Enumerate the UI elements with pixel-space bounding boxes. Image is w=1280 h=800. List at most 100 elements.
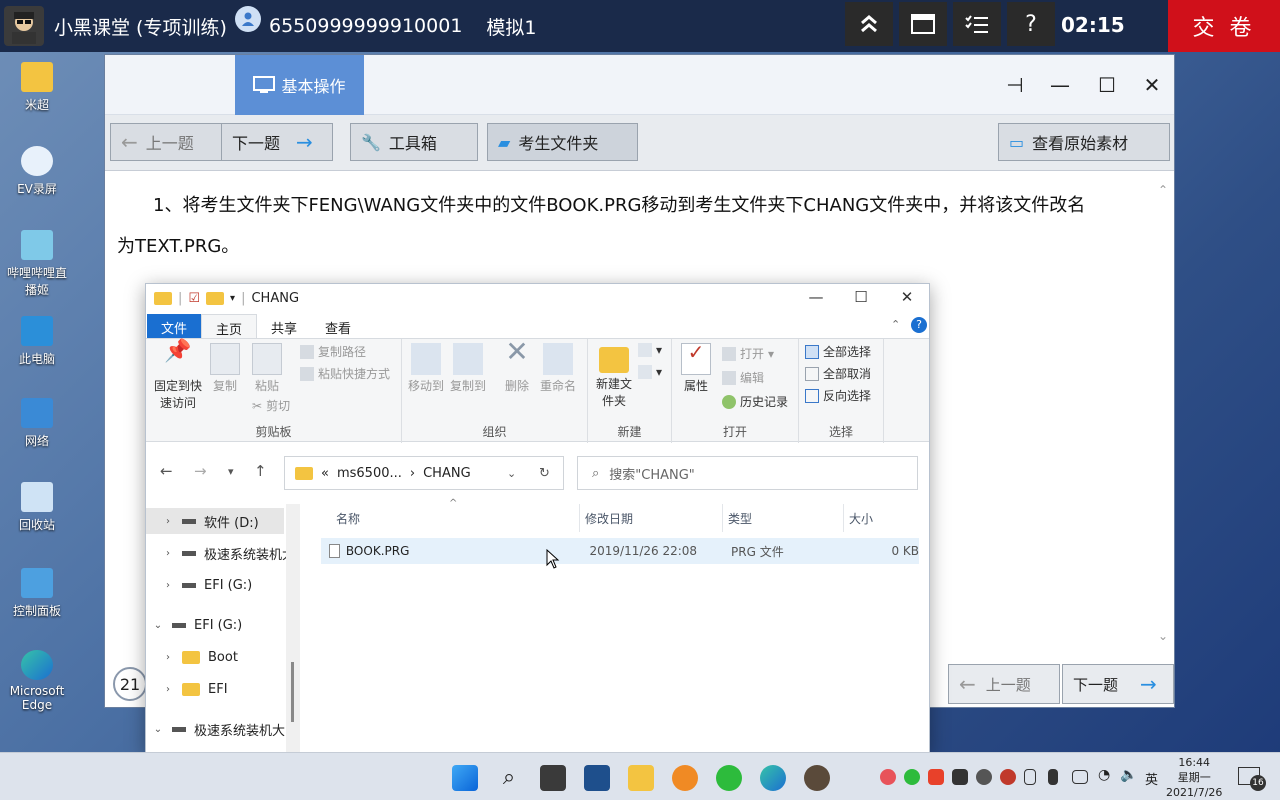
close-icon[interactable]: ✕	[892, 288, 922, 306]
nav-item-efi[interactable]: › EFI	[146, 676, 228, 702]
search-input[interactable]: ⌕ 搜索"CHANG"	[577, 456, 918, 490]
task-view-icon[interactable]	[540, 765, 566, 791]
history-button[interactable]: 历史记录	[722, 393, 788, 410]
move-to-button[interactable]: 移动到	[406, 343, 446, 395]
column-type[interactable]: 类型	[728, 510, 752, 527]
chevron-down-icon[interactable]: ⌄	[152, 724, 164, 735]
paste-button[interactable]: 粘贴	[250, 343, 284, 395]
back-icon[interactable]: ←	[160, 462, 173, 480]
chevron-right-icon[interactable]: ›	[162, 652, 174, 663]
copy-to-button[interactable]: 复制到	[448, 343, 488, 395]
maximize-icon[interactable]: ☐	[1092, 73, 1122, 97]
system-clock[interactable]: 16:44 星期一 2021/7/26	[1166, 755, 1222, 800]
file-row[interactable]: BOOK.PRG 2019/11/26 22:08 PRG 文件 0 KB	[321, 538, 919, 564]
select-all-button[interactable]: 全部选择	[805, 343, 871, 360]
bottom-next-button[interactable]: 下一题 →	[1062, 664, 1174, 704]
pin-icon[interactable]: ⊣	[1000, 73, 1030, 97]
new-folder-icon[interactable]	[206, 291, 225, 305]
forward-icon[interactable]: →	[194, 462, 207, 480]
desktop-icon-6[interactable]: 控制面板	[2, 568, 72, 619]
checklist-icon[interactable]	[953, 2, 1001, 46]
copy-path-button[interactable]: 复制路径	[300, 343, 366, 360]
desktop-icon-3[interactable]: 此电脑	[2, 316, 72, 367]
invert-selection-button[interactable]: 反向选择	[805, 387, 871, 404]
chevron-down-icon[interactable]: ⌄	[152, 620, 164, 631]
breadcrumb-current[interactable]: CHANG	[423, 466, 471, 481]
tab-home[interactable]: 主页	[201, 314, 258, 338]
help-icon[interactable]: ?	[1007, 2, 1055, 46]
column-modified[interactable]: 修改日期	[585, 510, 633, 527]
pin-quick-access-button[interactable]: 📌 固定到快速访问	[152, 341, 204, 412]
nav-item-efi-g[interactable]: ⌄ EFI (G:)	[146, 612, 242, 638]
close-icon[interactable]: ✕	[1137, 73, 1167, 97]
nav-item-drive[interactable]: › 极速系统装机大	[146, 540, 295, 566]
address-bar[interactable]: « ms6500... › CHANG ⌄ ↻	[284, 456, 564, 490]
wechat-icon[interactable]	[716, 765, 742, 791]
minimize-icon[interactable]: —	[1045, 73, 1075, 97]
open-button[interactable]: 打开 ▾	[722, 345, 774, 362]
help-icon[interactable]: ?	[911, 317, 927, 333]
tray-icon[interactable]	[952, 769, 968, 785]
exam-folder-button[interactable]: ▰ 考生文件夹	[487, 123, 638, 161]
rename-button[interactable]: 重命名	[538, 343, 578, 395]
select-none-button[interactable]: 全部取消	[805, 365, 871, 382]
maximize-icon[interactable]: ☐	[846, 288, 876, 306]
chevron-right-icon[interactable]: ›	[162, 516, 174, 527]
recent-locations-icon[interactable]: ▾	[228, 465, 234, 478]
edge-icon[interactable]	[760, 765, 786, 791]
refresh-icon[interactable]: ↻	[539, 466, 550, 481]
start-icon[interactable]	[452, 765, 478, 791]
window-icon[interactable]	[899, 2, 947, 46]
chevron-down-icon[interactable]: ⌄	[507, 467, 516, 480]
easy-access-icon[interactable]: ▾	[638, 365, 662, 379]
search-app-icon[interactable]	[672, 765, 698, 791]
battery-icon[interactable]	[1072, 770, 1088, 784]
collapse-icon[interactable]	[845, 2, 893, 46]
nav-item-drive-g[interactable]: › EFI (G:)	[146, 572, 252, 598]
view-source-button[interactable]: ▭ 查看原始素材	[998, 123, 1170, 161]
chevron-right-icon[interactable]: ›	[162, 548, 174, 559]
desktop-icon-2[interactable]: 哔哩哔哩直播姬	[2, 230, 72, 298]
desktop-icon-1[interactable]: EV录屏	[2, 146, 72, 197]
next-question-button[interactable]: 下一题 →	[221, 123, 333, 161]
prev-question-button[interactable]: ← 上一题	[110, 123, 222, 161]
nav-scrollbar[interactable]	[286, 504, 300, 754]
properties-button[interactable]: ✓ 属性	[678, 342, 714, 395]
properties-check-icon[interactable]: ☑	[188, 291, 200, 306]
search-icon[interactable]: ⌕	[496, 765, 522, 791]
collapse-ribbon-icon[interactable]: ⌃	[891, 318, 900, 331]
chevron-right-icon[interactable]: ›	[162, 580, 174, 591]
nav-item-boot[interactable]: › Boot	[146, 644, 238, 670]
minimize-icon[interactable]: —	[801, 288, 831, 306]
new-item-icon[interactable]: ▾	[638, 343, 662, 357]
tray-icon[interactable]	[928, 769, 944, 785]
copy-button[interactable]: 复制	[208, 343, 242, 395]
usb-icon[interactable]	[1024, 769, 1036, 785]
delete-button[interactable]: ✕ 删除	[500, 338, 534, 395]
tab-share[interactable]: 共享	[257, 314, 311, 338]
paste-shortcut-button[interactable]: 粘贴快捷方式	[300, 365, 390, 382]
scroll-down-icon[interactable]: ⌄	[1158, 629, 1168, 643]
tray-icon[interactable]	[1000, 769, 1016, 785]
chevron-right-icon[interactable]: ›	[162, 684, 174, 695]
chevron-down-icon[interactable]: ▾	[230, 293, 235, 304]
desktop-icon-7[interactable]: Microsoft Edge	[2, 650, 72, 712]
column-size[interactable]: 大小	[849, 510, 873, 527]
file-explorer-icon[interactable]	[628, 765, 654, 791]
desktop-icon-4[interactable]: 网络	[2, 398, 72, 449]
toolbox-button[interactable]: 🔧 工具箱	[350, 123, 478, 161]
volume-icon[interactable]: 🔈	[1120, 767, 1146, 793]
desktop-icon-5[interactable]: 回收站	[2, 482, 72, 533]
tab-view[interactable]: 查看	[311, 314, 365, 338]
microphone-icon[interactable]	[1048, 769, 1058, 785]
tray-icon[interactable]	[976, 769, 992, 785]
submit-exam-button[interactable]: 交 卷	[1168, 0, 1280, 52]
edit-button[interactable]: 编辑	[722, 369, 764, 386]
tab-file[interactable]: 文件	[147, 314, 202, 338]
address-overflow[interactable]: «	[321, 466, 329, 481]
nav-item-drive-d[interactable]: › 软件 (D:)	[146, 508, 284, 534]
wechat-tray-icon[interactable]	[904, 769, 920, 785]
desktop-icon-0[interactable]: 米超	[2, 62, 72, 113]
app-avatar-icon[interactable]	[804, 765, 830, 791]
nav-item-drive-2[interactable]: ⌄ 极速系统装机大师	[146, 716, 298, 742]
